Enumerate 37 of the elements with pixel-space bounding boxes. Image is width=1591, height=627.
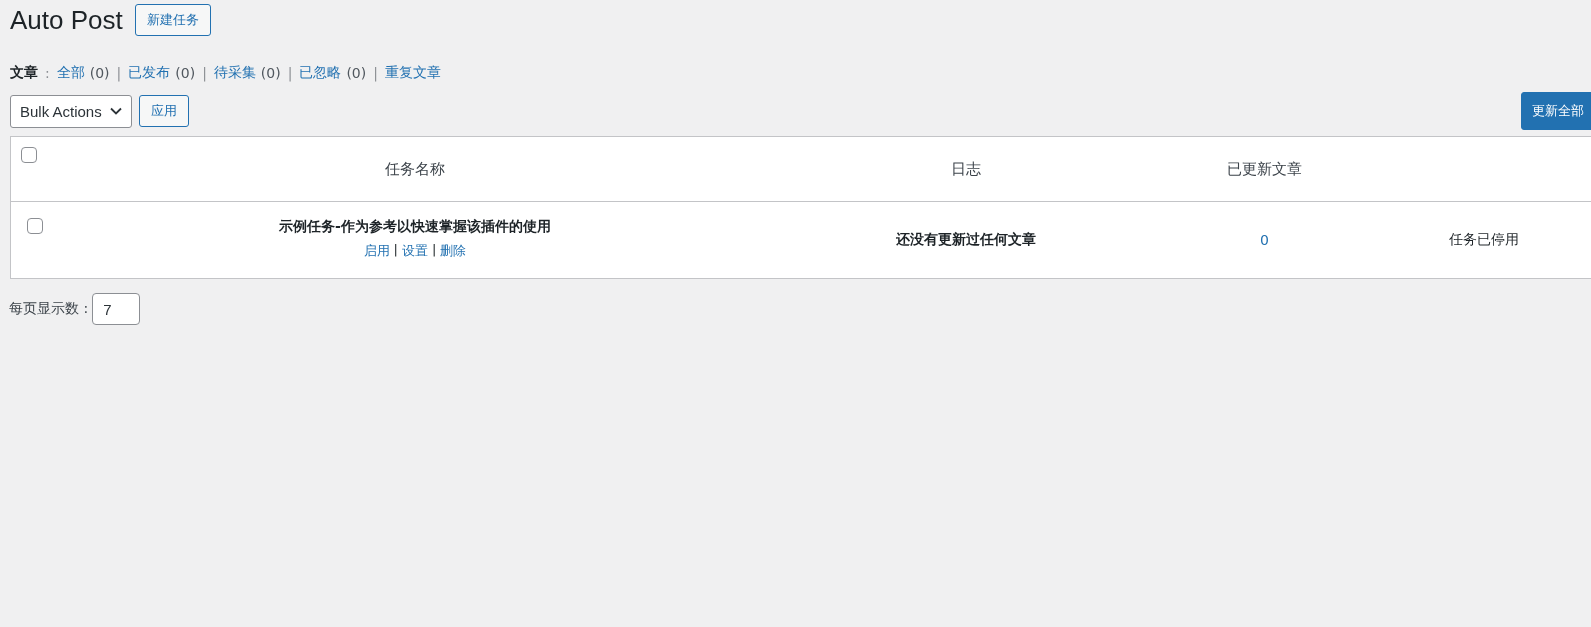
task-status: 任务已停用 — [1448, 231, 1519, 249]
filter-count: (0) — [175, 65, 196, 81]
chevron-down-icon — [109, 107, 122, 115]
apply-button[interactable]: 应用 — [138, 95, 189, 127]
filter-link[interactable]: 重复文章 — [384, 64, 441, 82]
bulk-actions-dropdown[interactable]: Bulk Actions — [10, 94, 132, 128]
page-title: Auto Post — [10, 4, 123, 36]
filter-label: 文章 — [10, 64, 38, 82]
row-action-link[interactable]: 启用 — [363, 242, 390, 260]
select-all-checkbox[interactable] — [21, 147, 37, 163]
filter-divider: | — [116, 65, 122, 81]
row-action-link[interactable]: 删除 — [440, 242, 467, 260]
log-text: 还没有更新过任何文章 — [896, 231, 1036, 249]
column-header: 任务名称 — [385, 159, 445, 179]
row-action-link[interactable]: 设置 — [402, 242, 428, 260]
updated-count-link[interactable]: 0 — [1260, 232, 1269, 248]
filter-count: (0) — [89, 65, 110, 81]
task-name: 示例任务-作为参考以快速掌握该插件的使用 — [279, 218, 551, 236]
filter-link[interactable]: 已发布 — [128, 64, 171, 82]
filter-divider: | — [202, 65, 207, 81]
action-divider: | — [432, 242, 437, 259]
filter-link[interactable]: 全部 — [56, 64, 85, 82]
per-page-field[interactable]: 7 — [92, 293, 141, 325]
filter-link[interactable]: 待采集 — [213, 64, 256, 82]
action-divider: | — [393, 242, 398, 259]
column-header: 日志 — [951, 159, 981, 179]
filter-divider: | — [373, 65, 378, 81]
filter-count: (0) — [346, 65, 367, 81]
filter-separator: : — [45, 65, 50, 81]
row-checkbox[interactable] — [27, 218, 43, 234]
update-all-button[interactable]: 更新全部 — [1521, 92, 1591, 130]
column-header: 已更新文章 — [1227, 159, 1302, 179]
per-page-label: 每页显示数 : — [9, 300, 89, 318]
new-task-button[interactable]: 新建任务 — [134, 4, 211, 36]
filter-count: (0) — [260, 65, 281, 81]
filter-link[interactable]: 已忽略 — [299, 64, 342, 82]
filter-divider: | — [287, 65, 293, 81]
